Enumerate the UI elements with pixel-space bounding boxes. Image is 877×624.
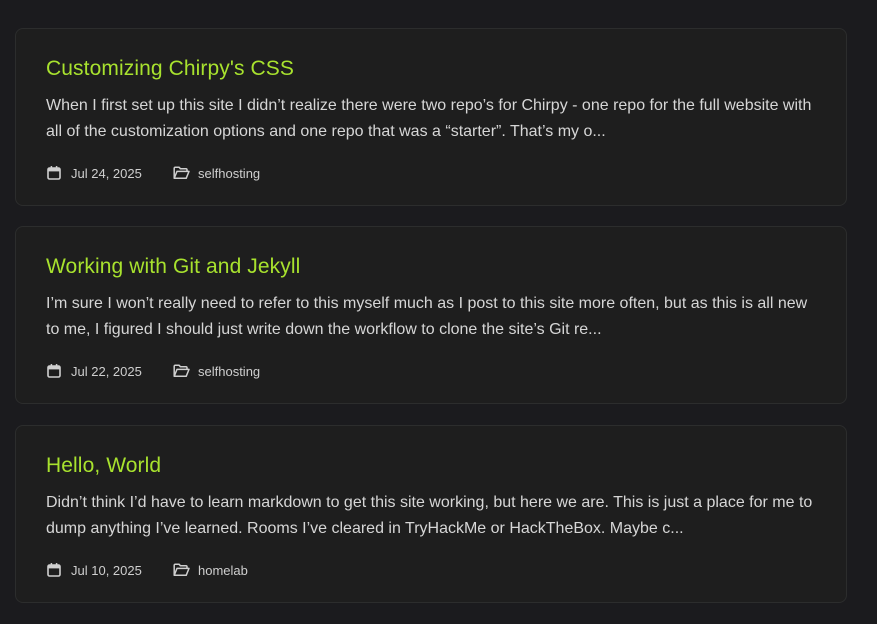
folder-open-icon — [173, 364, 190, 378]
calendar-icon — [47, 563, 61, 577]
post-date-text: Jul 22, 2025 — [71, 363, 142, 379]
post-list: Customizing Chirpy's CSS When I first se… — [0, 0, 877, 624]
post-excerpt: When I first set up this site I didn’t r… — [46, 97, 812, 140]
calendar-icon — [47, 166, 61, 180]
post-excerpt: I’m sure I won’t really need to refer to… — [46, 295, 808, 338]
post-category-text[interactable]: selfhosting — [198, 166, 260, 181]
calendar-icon — [47, 364, 61, 378]
post-meta: Jul 10, 2025 homelab — [46, 560, 248, 580]
post-card[interactable]: Customizing Chirpy's CSS When I first se… — [15, 28, 847, 206]
post-category-text[interactable]: selfhosting — [198, 364, 260, 379]
post-date: Jul 24, 2025 — [46, 165, 173, 181]
post-date-text: Jul 10, 2025 — [71, 562, 142, 578]
post-meta: Jul 22, 2025 selfhosting — [46, 361, 260, 381]
post-date: Jul 10, 2025 — [46, 562, 173, 578]
post-card[interactable]: Working with Git and Jekyll I’m sure I w… — [15, 226, 847, 404]
post-title[interactable]: Hello, World — [46, 454, 161, 478]
post-excerpt: Didn’t think I’d have to learn markdown … — [46, 494, 813, 537]
post-date: Jul 22, 2025 — [46, 363, 173, 379]
post-category-text[interactable]: homelab — [198, 563, 248, 578]
post-category[interactable]: selfhosting — [173, 166, 260, 181]
post-title[interactable]: Customizing Chirpy's CSS — [46, 57, 294, 81]
post-title[interactable]: Working with Git and Jekyll — [46, 255, 300, 279]
post-card[interactable]: Hello, World Didn’t think I’d have to le… — [15, 425, 847, 603]
post-date-text: Jul 24, 2025 — [71, 165, 142, 181]
folder-open-icon — [173, 563, 190, 577]
post-category[interactable]: selfhosting — [173, 364, 260, 379]
post-category[interactable]: homelab — [173, 563, 248, 578]
folder-open-icon — [173, 166, 190, 180]
post-meta: Jul 24, 2025 selfhosting — [46, 163, 260, 183]
